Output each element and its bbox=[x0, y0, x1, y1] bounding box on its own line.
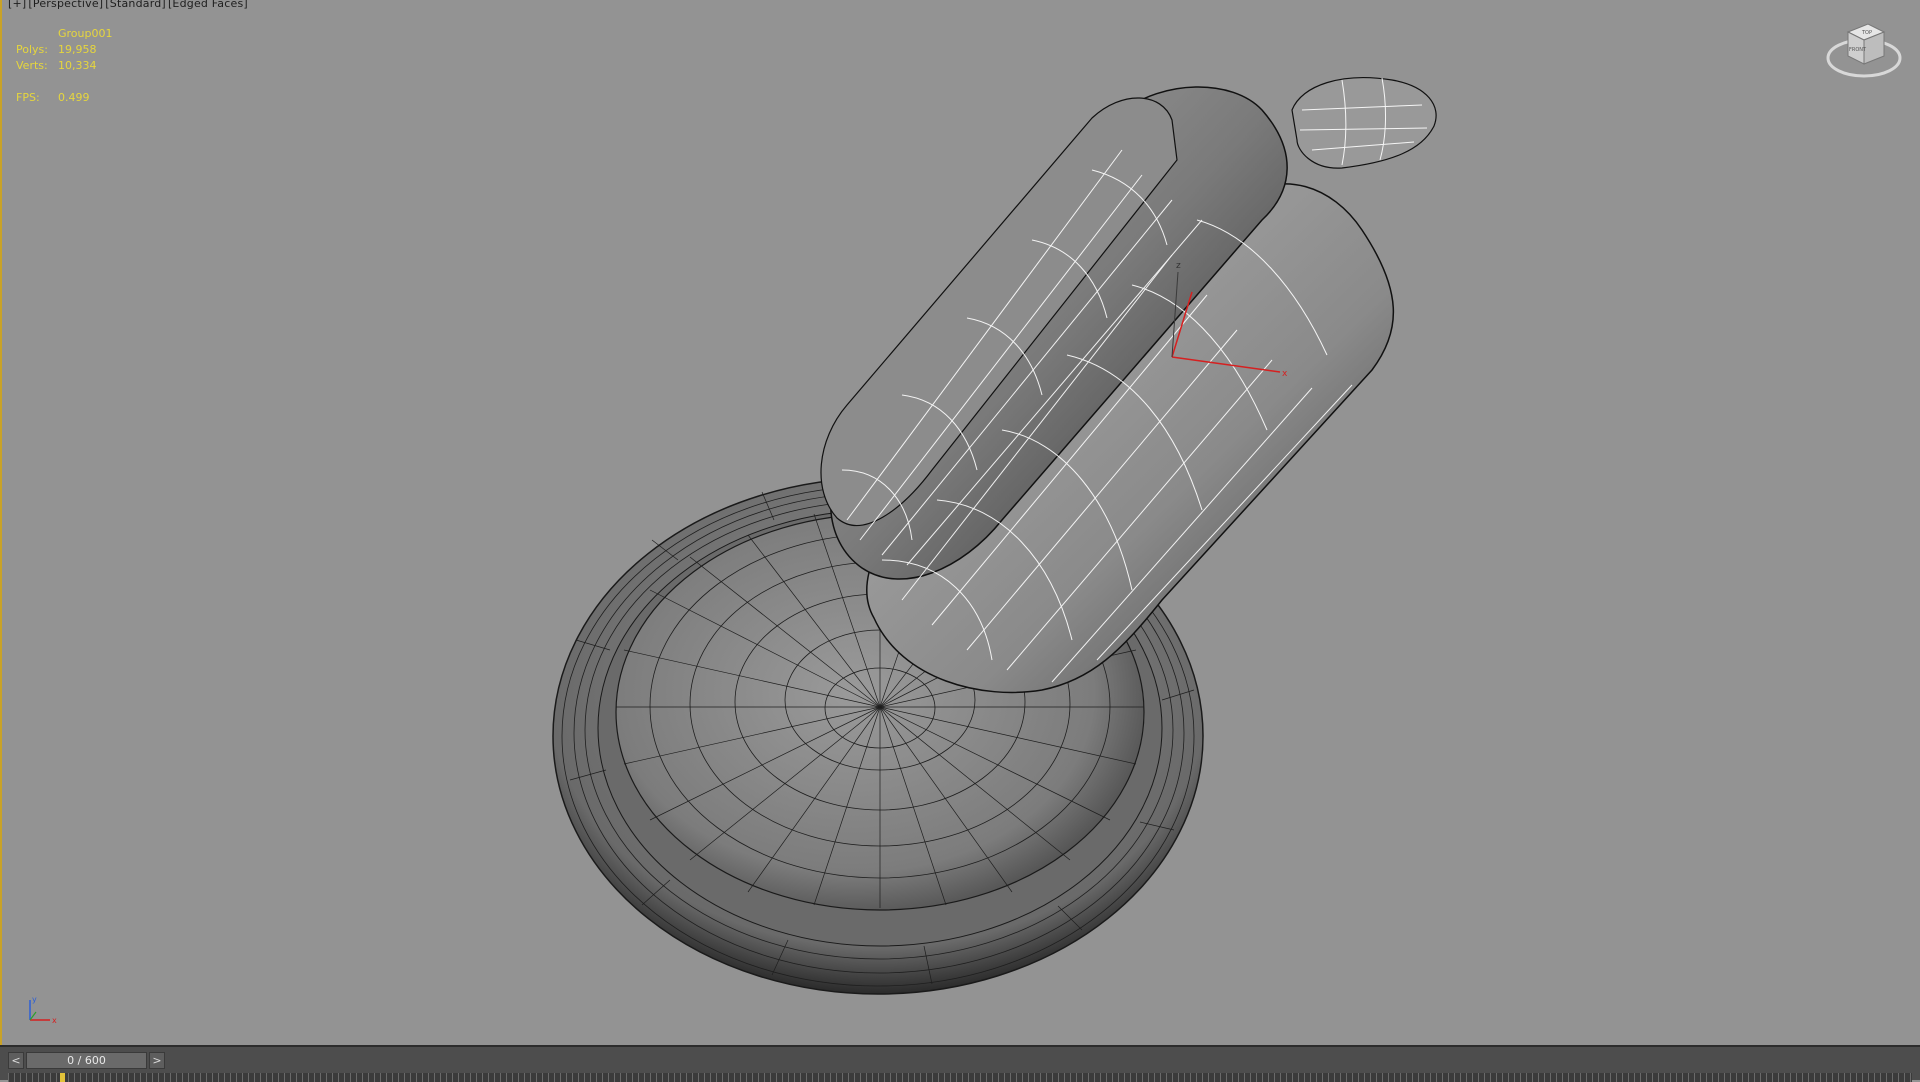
viewcube-front-label: FRONT bbox=[1849, 47, 1867, 53]
statistics-overlay: Group001 Polys: 19,958 Verts: 10,334 FPS… bbox=[16, 26, 112, 106]
stats-row-verts: Verts: 10,334 bbox=[16, 58, 112, 74]
viewcube-top-label: TOP bbox=[1861, 30, 1872, 36]
hand-mesh[interactable] bbox=[820, 77, 1437, 694]
axis-tripod: y x bbox=[29, 995, 57, 1025]
time-slider[interactable]: 0 / 600 bbox=[26, 1052, 147, 1069]
viewcube[interactable]: TOP FRONT bbox=[1824, 18, 1904, 88]
viewport-menu-perspective[interactable]: [Perspective] bbox=[28, 0, 103, 10]
next-frame-button[interactable]: > bbox=[149, 1052, 165, 1069]
previous-frame-button[interactable]: < bbox=[8, 1052, 24, 1069]
time-slider-bar: < 0 / 600 > bbox=[0, 1045, 1920, 1082]
viewport-menu-standard[interactable]: [Standard] bbox=[105, 0, 166, 10]
stats-row-polys: Polys: 19,958 bbox=[16, 42, 112, 58]
stats-fps-key: FPS: bbox=[16, 91, 40, 104]
stats-polys-value: 19,958 bbox=[58, 43, 97, 56]
stats-object-name: Group001 bbox=[58, 27, 113, 40]
stats-spacer bbox=[16, 74, 112, 90]
stats-verts-key: Verts: bbox=[16, 59, 48, 72]
perspective-viewport[interactable]: [+] [Perspective] [Standard] [Edged Faces] … bbox=[0, 0, 1920, 1045]
stats-verts-value: 10,334 bbox=[58, 59, 97, 72]
viewport-menu-plus[interactable]: [+] bbox=[8, 0, 26, 10]
scene-geometry[interactable] bbox=[2, 0, 1920, 1045]
viewport-label[interactable]: [+] [Perspective] [Standard] [Edged Faces] bbox=[8, 0, 250, 10]
stats-fps-value: 0.499 bbox=[58, 91, 90, 104]
axis-x-label: x bbox=[52, 1016, 57, 1025]
stats-row-fps: FPS: 0.499 bbox=[16, 90, 112, 106]
current-frame-marker[interactable] bbox=[60, 1073, 65, 1082]
axis-y-label: y bbox=[32, 995, 37, 1004]
viewport-menu-edged-faces[interactable]: [Edged Faces] bbox=[168, 0, 248, 10]
track-bar-ticks bbox=[8, 1073, 1912, 1082]
track-bar[interactable] bbox=[8, 1073, 1912, 1082]
stats-polys-key: Polys: bbox=[16, 43, 48, 56]
